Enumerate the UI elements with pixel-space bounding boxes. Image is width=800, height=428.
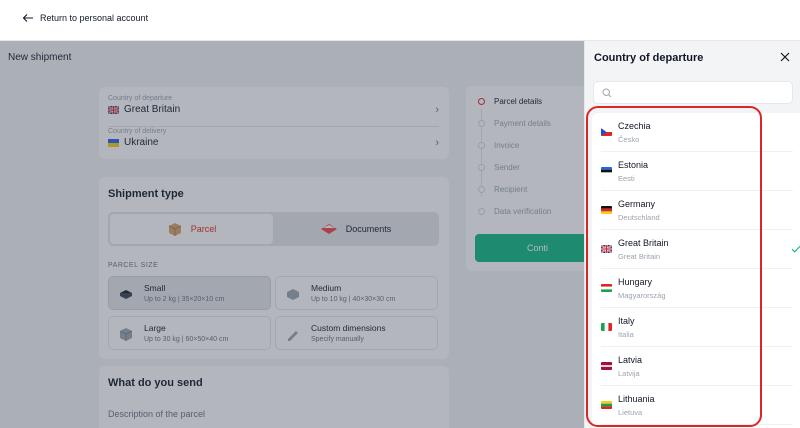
parcel-option-label: Parcel — [190, 224, 217, 234]
shipment-type-card: Shipment type Parcel Documents PARCEL SI… — [99, 177, 449, 359]
country-native-name: Eesti — [618, 174, 635, 183]
new-shipment-page: New shipment Country of departure Great … — [0, 41, 606, 428]
size-name: Medium — [311, 283, 342, 293]
delivery-selector[interactable]: Country of delivery Ukraine › — [108, 128, 439, 160]
country-name: Great Britain — [618, 238, 669, 248]
country-name: Lithuania — [618, 394, 655, 404]
country-list: Czechia Česko Estonia Eesti Germany Deut… — [592, 113, 800, 428]
medium-box-icon — [287, 289, 299, 300]
step-parcel-details: Parcel details — [478, 97, 542, 106]
step-invoice: Invoice — [478, 141, 519, 150]
what-you-send-title: What do you send — [108, 377, 203, 389]
flag-gb-icon — [601, 245, 612, 253]
small-box-icon — [120, 290, 132, 299]
shipment-type-title: Shipment type — [108, 188, 184, 200]
size-option-small[interactable]: Small Up to 2 kg | 35×20×10 cm — [108, 276, 271, 310]
drawer-title: Country of departure — [594, 52, 704, 64]
flag-de-icon — [601, 206, 612, 214]
country-native-name: Italia — [618, 330, 634, 339]
parcel-size-caption: PARCEL SIZE — [108, 262, 159, 269]
flag-lt-icon — [601, 401, 612, 409]
page-title: New shipment — [8, 52, 72, 63]
flag-it-icon — [601, 323, 612, 331]
shipment-type-toggle: Parcel Documents — [108, 212, 439, 246]
country-native-name: Great Britain — [618, 252, 661, 261]
parcel-description-label: Description of the parcel — [108, 409, 206, 419]
return-link-label: Return to personal account — [40, 13, 149, 23]
country-item-latvia[interactable]: Latvia Latvija — [601, 347, 793, 386]
departure-selector[interactable]: Country of departure Great Britain › — [108, 95, 439, 127]
parcel-box-icon — [168, 223, 181, 236]
what-you-send-card: What do you send Description of the parc… — [99, 366, 449, 428]
delivery-label: Country of delivery — [108, 128, 167, 135]
country-name: Estonia — [618, 160, 649, 170]
documents-option[interactable]: Documents — [274, 214, 437, 244]
size-option-medium[interactable]: Medium Up to 10 kg | 40×30×30 cm — [275, 276, 438, 310]
step-data-verification: Data verification — [478, 207, 551, 216]
close-icon[interactable] — [779, 51, 791, 63]
country-item-germany[interactable]: Germany Deutschland — [601, 191, 793, 230]
departure-value: Great Britain — [124, 104, 181, 115]
country-native-name: Česko — [618, 135, 640, 144]
country-name: Germany — [618, 199, 656, 209]
documents-envelope-icon — [320, 224, 337, 234]
country-name: Czechia — [618, 121, 651, 131]
country-item-estonia[interactable]: Estonia Eesti — [601, 152, 793, 191]
top-bar: Return to personal account — [0, 0, 800, 41]
country-item-great-britain[interactable]: Great Britain Great Britain — [601, 230, 800, 269]
size-option-large[interactable]: Large Up to 30 kg | 60×50×40 cm — [108, 316, 271, 350]
country-native-name: Magyarország — [618, 291, 666, 300]
flag-gb-icon — [108, 105, 119, 114]
country-name: Latvia — [618, 355, 643, 365]
chevron-right-icon: › — [435, 137, 439, 149]
pencil-ruler-icon — [288, 331, 298, 341]
route-card: Country of departure Great Britain › Cou… — [99, 87, 449, 159]
country-native-name: Deutschland — [618, 213, 660, 222]
country-search — [593, 81, 793, 104]
step-recipient: Recipient — [478, 185, 527, 194]
size-name: Small — [144, 283, 166, 293]
search-icon — [602, 88, 612, 98]
flag-hu-icon — [601, 284, 612, 292]
parcel-option[interactable]: Parcel — [110, 214, 273, 244]
size-desc: Specify manually — [311, 336, 364, 343]
size-name: Custom dimensions — [311, 323, 386, 333]
country-item-czechia[interactable]: Czechia Česko — [601, 113, 793, 152]
chevron-right-icon: › — [435, 104, 439, 116]
country-native-name: Lietuva — [618, 408, 643, 417]
size-desc: Up to 2 kg | 35×20×10 cm — [144, 296, 225, 303]
flag-cz-icon — [601, 128, 612, 136]
flag-lv-icon — [601, 362, 612, 370]
flag-ee-icon — [601, 167, 612, 175]
check-icon — [791, 245, 800, 253]
large-box-icon — [119, 328, 133, 341]
country-item-lithuania[interactable]: Lithuania Lietuva — [601, 386, 793, 425]
return-link[interactable]: Return to personal account — [22, 12, 148, 24]
size-desc: Up to 30 kg | 60×50×40 cm — [144, 336, 229, 343]
documents-option-label: Documents — [345, 224, 392, 234]
country-drawer: Country of departure Czechia Česko Eston… — [584, 41, 800, 428]
continue-button[interactable]: Conti — [475, 234, 600, 262]
step-sender: Sender — [478, 163, 520, 172]
country-item-hungary[interactable]: Hungary Magyarország — [601, 269, 793, 308]
country-name: Italy — [618, 316, 635, 326]
size-name: Large — [144, 323, 166, 333]
departure-label: Country of departure — [108, 95, 173, 102]
size-option-custom[interactable]: Custom dimensions Specify manually — [275, 316, 438, 350]
step-payment-details: Payment details — [478, 119, 551, 128]
country-native-name: Latvija — [618, 369, 640, 378]
size-desc: Up to 10 kg | 40×30×30 cm — [311, 296, 396, 303]
country-name: Hungary — [618, 277, 653, 287]
delivery-value: Ukraine — [124, 137, 159, 148]
flag-ua-icon — [108, 138, 119, 147]
search-input[interactable] — [616, 85, 788, 101]
arrow-left-icon — [22, 14, 33, 22]
country-item-italy[interactable]: Italy Italia — [601, 308, 793, 347]
